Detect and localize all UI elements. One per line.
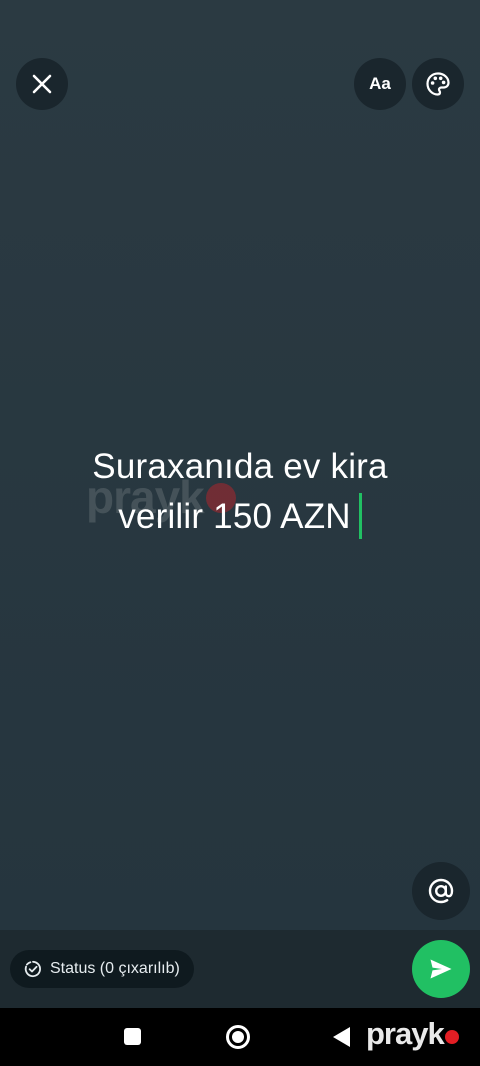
back-button[interactable] <box>333 1027 350 1047</box>
send-button[interactable] <box>412 940 470 998</box>
status-audience-label: Status (0 çıxarılıb) <box>50 960 180 977</box>
font-style-label: Aa <box>369 74 391 93</box>
recent-apps-button[interactable] <box>124 1028 141 1045</box>
status-text-line-2: verilir 150 AZN <box>40 492 440 542</box>
home-button[interactable] <box>226 1025 250 1049</box>
close-icon <box>32 74 52 94</box>
palette-icon <box>426 72 450 96</box>
bottom-bar: Status (0 çıxarılıb) <box>0 930 480 1008</box>
close-button[interactable] <box>16 58 68 110</box>
at-sign-icon <box>428 878 454 904</box>
status-text-editor[interactable]: Suraxanıda ev kira verilir 150 AZN <box>40 442 440 542</box>
status-ring-icon <box>24 960 42 978</box>
background-color-button[interactable] <box>412 58 464 110</box>
watermark-logo-bottom: prayk <box>366 1016 459 1052</box>
send-icon <box>430 959 452 979</box>
text-caret <box>358 492 362 539</box>
status-text-line-1: Suraxanıda ev kira <box>92 447 388 486</box>
status-audience-button[interactable]: Status (0 çıxarılıb) <box>10 950 194 988</box>
system-navigation-bar: prayk <box>0 1008 480 1066</box>
mention-button[interactable] <box>412 862 470 920</box>
font-style-button[interactable]: Aa <box>354 58 406 110</box>
